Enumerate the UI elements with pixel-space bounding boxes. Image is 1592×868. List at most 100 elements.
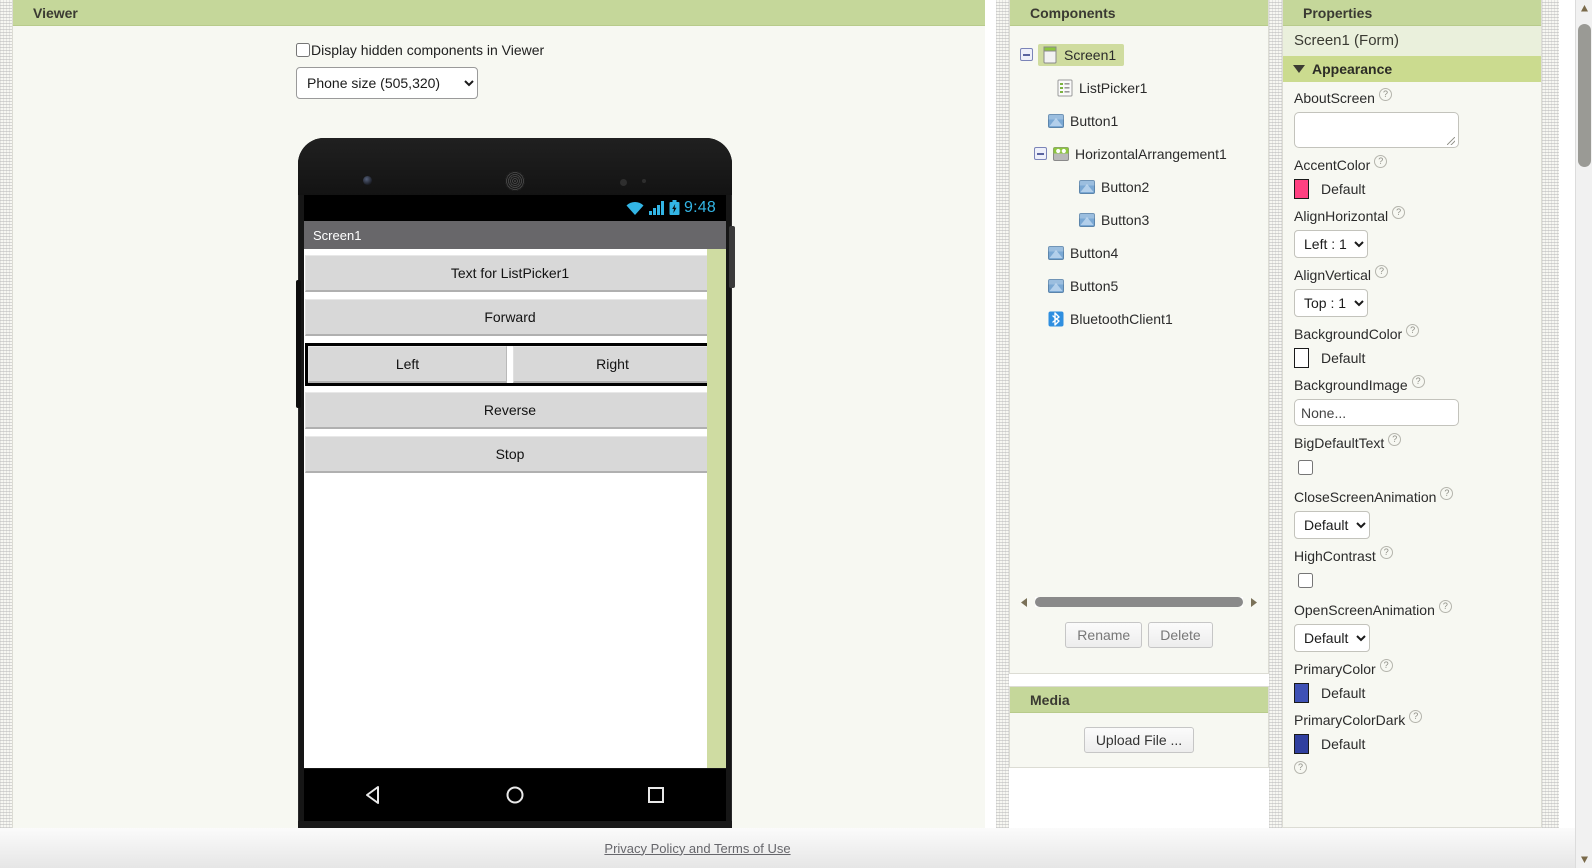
collapse-icon[interactable] [1020,48,1033,61]
aboutscreen-textarea[interactable] [1294,112,1459,148]
backgroundimage-input[interactable] [1294,399,1459,426]
tree-item-label: Button4 [1070,244,1119,261]
chevron-down-icon[interactable] [1293,65,1305,73]
rename-button[interactable]: Rename [1065,622,1143,648]
phone-navigation-bar [304,769,726,821]
tree-node[interactable]: BluetoothClient1 [1047,310,1173,328]
help-icon[interactable]: ? [1375,265,1389,278]
tree-item-label: ListPicker1 [1079,79,1148,96]
component-tree-hscrollbar[interactable] [1018,593,1260,611]
horizontal-arrangement-widget[interactable]: Left Right [305,343,715,386]
button5-widget[interactable]: Stop [305,436,715,473]
tree-node[interactable]: Button4 [1047,244,1118,262]
tree-item-horizontalarrangement1[interactable]: HorizontalArrangement1 [1020,137,1262,170]
display-hidden-components-label[interactable]: Display hidden components in Viewer [311,42,544,58]
viewer-components-splitter[interactable] [996,0,1009,828]
phone-screen-canvas[interactable]: Text for ListPicker1 Forward Left Right … [304,249,726,768]
collapse-icon[interactable] [1034,147,1047,160]
scroll-up-icon[interactable] [1576,0,1592,17]
upload-file-button[interactable]: Upload File ... [1083,727,1195,753]
button4-widget[interactable]: Reverse [305,392,715,429]
wifi-icon [625,201,645,216]
left-splitter[interactable] [0,0,12,828]
property-name: BackgroundImage [1294,377,1408,393]
help-icon[interactable]: ? [1411,375,1425,388]
tree-item-label: Button5 [1070,277,1119,294]
privacy-policy-link[interactable]: Privacy Policy and Terms of Use [604,841,790,856]
scroll-down-icon[interactable] [1576,851,1592,868]
tree-item-button2[interactable]: Button2 [1020,170,1262,203]
status-bar-clock: 9:48 [684,199,716,216]
button1-widget[interactable]: Forward [305,299,715,336]
listpicker-icon [1056,79,1074,97]
tree-item-button1[interactable]: Button1 [1020,104,1262,137]
color-swatch[interactable] [1294,179,1309,199]
color-value: Default [1321,350,1366,366]
delete-button[interactable]: Delete [1148,622,1213,648]
help-icon[interactable]: ? [1378,88,1392,101]
button-icon [1047,112,1065,130]
property-label: AlignVertical ? [1294,265,1531,284]
components-properties-splitter[interactable] [1269,0,1282,828]
tree-node[interactable]: ListPicker1 [1056,79,1147,97]
openscreenanimation-select[interactable]: Default [1294,624,1370,652]
property-name: AccentColor [1294,157,1371,173]
tree-node-selected[interactable]: Screen1 [1038,43,1125,66]
tree-item-label: BluetoothClient1 [1070,310,1173,327]
property-alignhorizontal: AlignHorizontal ? Left : 1 [1294,206,1531,258]
color-swatch[interactable] [1294,683,1309,703]
component-tree[interactable]: Screen1 ListPicker1 Button1 HorizontalAr… [1010,26,1268,593]
properties-section-appearance[interactable]: Appearance [1283,56,1541,82]
help-icon[interactable]: ? [1406,324,1420,337]
hscrollbar-track[interactable] [1035,597,1243,607]
page-scrollbar-thumb[interactable] [1578,24,1591,167]
tree-node[interactable]: Button3 [1078,211,1149,229]
properties-section-label: Appearance [1312,61,1393,77]
tree-item-button4[interactable]: Button4 [1020,236,1262,269]
help-icon[interactable]: ? [1440,487,1454,500]
color-swatch[interactable] [1294,734,1309,754]
phone-size-select[interactable]: Phone size (505,320) [296,67,478,99]
tree-node[interactable]: Button1 [1047,112,1118,130]
tree-node[interactable]: HorizontalArrangement1 [1052,145,1227,163]
hscrollbar-thumb[interactable] [1035,597,1243,607]
help-icon[interactable]: ? [1374,155,1388,168]
button2-widget[interactable]: Left [308,346,507,383]
phone-power-button [729,226,735,288]
tree-node[interactable]: Button2 [1078,178,1149,196]
backgroundcolor-picker[interactable]: Default [1294,348,1531,368]
alignvertical-select[interactable]: Top : 1 [1294,289,1368,317]
bigdefaulttext-checkbox[interactable] [1298,460,1313,475]
page-footer: Privacy Policy and Terms of Use [0,828,1575,868]
help-icon[interactable]: ? [1379,546,1393,559]
alignhorizontal-select[interactable]: Left : 1 [1294,230,1368,258]
tree-item-screen1[interactable]: Screen1 [1020,38,1262,71]
tree-item-button3[interactable]: Button3 [1020,203,1262,236]
help-icon[interactable]: ? [1409,710,1423,723]
accentcolor-picker[interactable]: Default [1294,179,1531,199]
tree-node[interactable]: Button5 [1047,277,1118,295]
page-vertical-scrollbar[interactable] [1575,0,1592,868]
right-edge-splitter[interactable] [1542,0,1559,828]
help-icon[interactable]: ? [1438,600,1452,613]
help-icon[interactable]: ? [1392,206,1406,219]
display-hidden-components-row[interactable]: Display hidden components in Viewer [13,42,985,58]
closescreenanimation-select[interactable]: Default [1294,511,1370,539]
color-swatch[interactable] [1294,348,1309,368]
tree-item-button5[interactable]: Button5 [1020,269,1262,302]
highcontrast-checkbox[interactable] [1298,573,1313,588]
primarycolor-picker[interactable]: Default [1294,683,1531,703]
scroll-left-icon[interactable] [1018,597,1031,608]
button3-widget[interactable]: Right [513,346,712,383]
scroll-right-icon[interactable] [1247,597,1260,608]
help-icon[interactable]: ? [1388,433,1402,446]
listpicker-widget[interactable]: Text for ListPicker1 [305,255,715,292]
help-icon[interactable]: ? [1379,659,1393,672]
properties-panel: Properties Screen1 (Form) Appearance Abo… [1282,0,1542,828]
display-hidden-components-checkbox[interactable] [296,43,310,57]
phone-title-bar: Screen1 [304,221,726,249]
primarycolordark-picker[interactable]: Default [1294,734,1531,754]
tree-item-bluetoothclient1[interactable]: BluetoothClient1 [1020,302,1262,335]
tree-item-listpicker1[interactable]: ListPicker1 [1020,71,1262,104]
help-icon[interactable]: ? [1294,761,1307,774]
